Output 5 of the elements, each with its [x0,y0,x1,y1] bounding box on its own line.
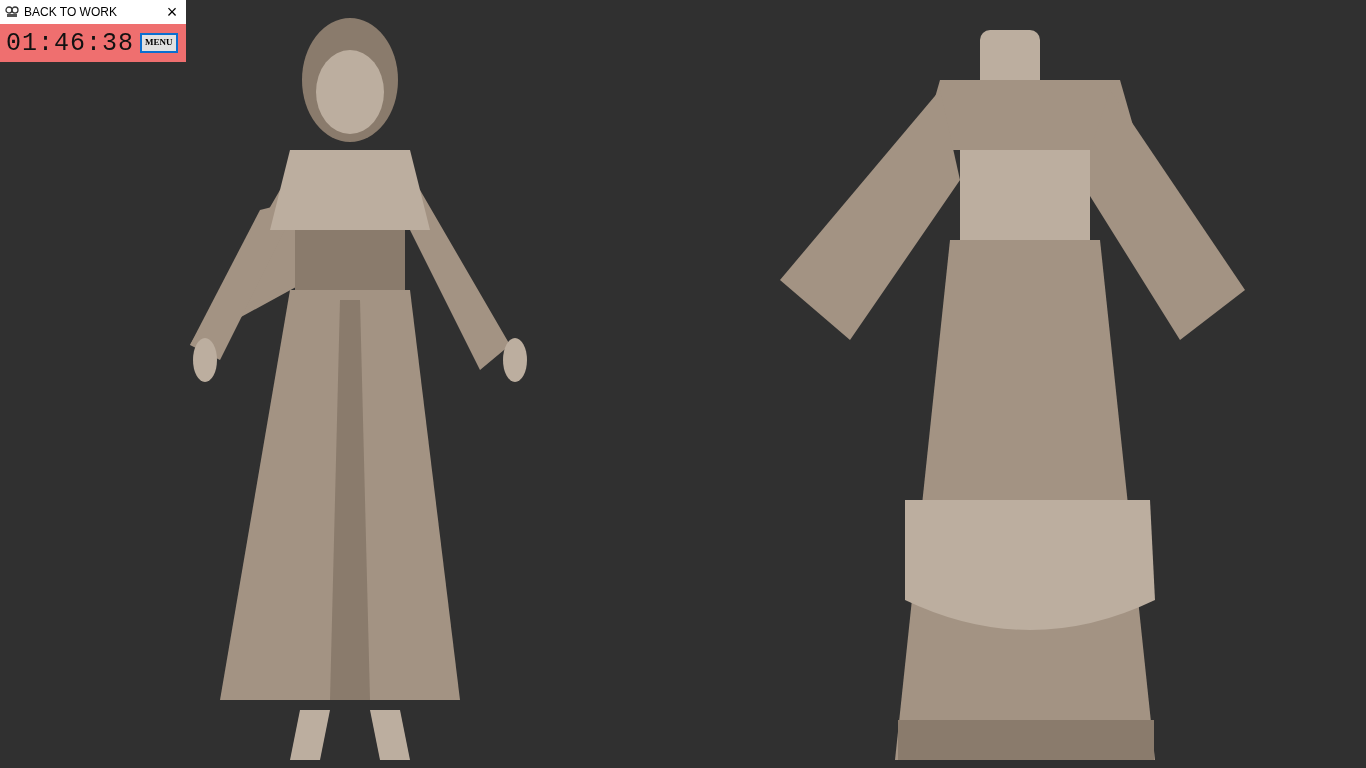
menu-button[interactable]: MENU [140,33,178,53]
timer-readout: 01:46:38 [6,30,135,56]
close-button[interactable]: × [162,3,182,21]
window-title: BACK TO WORK [24,4,118,21]
app-icon [5,6,19,18]
